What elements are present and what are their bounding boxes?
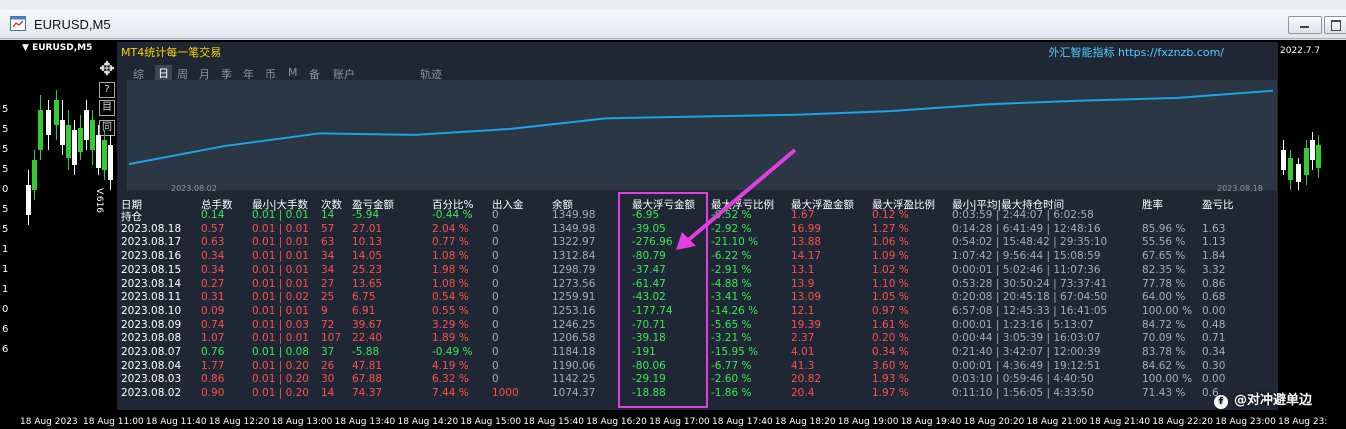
time-tick: 18 Aug 23:: [1278, 417, 1328, 427]
time-tick: 18 Aug 17:40: [712, 417, 773, 427]
time-tick: 18 Aug 16:20: [586, 417, 647, 427]
time-tick: 18 Aug 22:20: [1152, 417, 1213, 427]
watermark: f @对冲避单边: [1214, 389, 1312, 409]
time-axis: 18 Aug 2023 18 Aug 11:00 18 Aug 11:40 18 Au…: [0, 416, 1346, 429]
time-tick: 18 Aug 17:00: [649, 417, 710, 427]
time-tick: 18 Aug 12:20: [208, 417, 270, 427]
time-tick: 18 Aug 11:00: [83, 417, 144, 427]
time-tick: 18 Aug 11:40: [145, 417, 207, 427]
time-tick: 18 Aug 21:00: [1026, 417, 1088, 427]
time-tick: 18 Aug 14:20: [397, 417, 459, 427]
time-tick: 18 Aug 13:00: [271, 417, 333, 427]
time-tick: 18 Aug 2023: [20, 417, 78, 427]
time-tick: 18 Aug 19:00: [837, 417, 899, 427]
watermark-text: @对冲避单边: [1234, 393, 1313, 408]
annotation-arrow: [676, 148, 797, 250]
time-tick: 18 Aug 20:20: [963, 417, 1025, 427]
time-tick: 18 Aug 19:40: [900, 417, 962, 427]
time-tick: 18 Aug 21:40: [1089, 417, 1151, 427]
time-tick: 18 Aug 23:00: [1215, 417, 1276, 427]
time-tick: 18 Aug 15:00: [460, 417, 522, 427]
watermark-logo-icon: f: [1214, 395, 1228, 409]
time-tick: 18 Aug 18:20: [774, 417, 836, 427]
time-tick: 18 Aug 13:40: [334, 417, 396, 427]
time-tick: 18 Aug 15:40: [523, 417, 584, 427]
